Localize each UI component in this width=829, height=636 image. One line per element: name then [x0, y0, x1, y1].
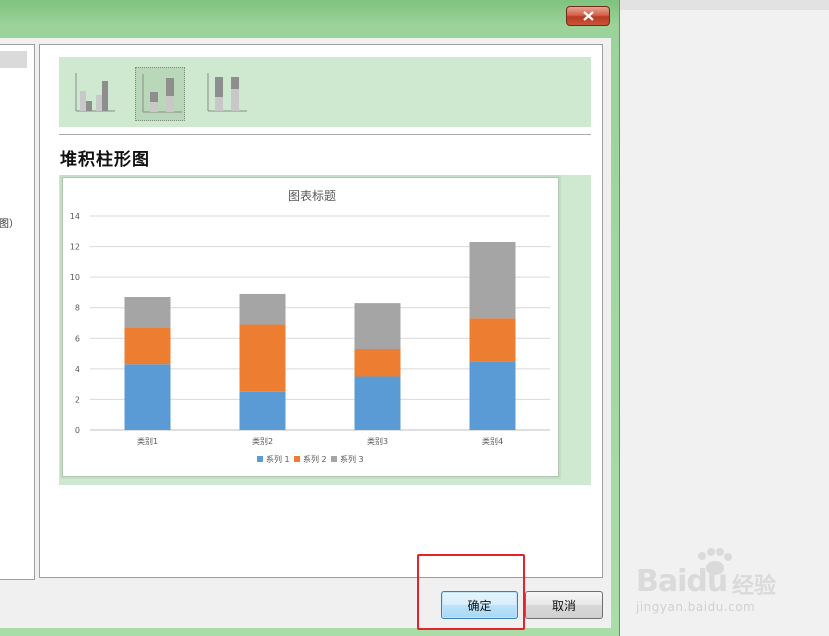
y-tick-label: 0	[75, 426, 80, 435]
stacked-column-chart: 图表标题 0 2 4 6 8 10 12 14 类别1 类别2 类别3 类别4 系列 1 系列 2 系列 3	[70, 189, 550, 464]
x-tick-label: 类别4	[482, 436, 503, 446]
bar-segment	[469, 318, 516, 362]
chart-subtype-strip	[59, 57, 591, 127]
bar-segment	[239, 293, 286, 325]
percent-stacked-column-icon	[207, 73, 247, 112]
bar-segment	[239, 391, 286, 430]
legend-swatch	[294, 456, 300, 462]
y-tick-label: 2	[75, 395, 80, 404]
chart-category-list[interactable]: 图）	[0, 44, 35, 580]
legend-swatch	[331, 456, 337, 462]
bar-segment	[354, 376, 401, 430]
legend-swatch	[257, 456, 263, 462]
watermark-logo-cn: 经验	[732, 574, 777, 599]
x-tick-label: 类别3	[367, 436, 388, 446]
selected-category-item[interactable]	[0, 51, 27, 68]
stacked-column-icon	[142, 74, 182, 113]
y-tick-label: 4	[75, 365, 80, 374]
chart-preview-pane: 堆积柱形图 图表标题 0 2 4 6 8 10 12 14 类别1 类别2 类别3 类别4 系列 1 系列 …	[39, 44, 603, 578]
pane-divider	[59, 134, 591, 135]
watermark-logo: Baidu	[636, 564, 728, 599]
desktop-background	[619, 0, 829, 636]
bar-segment	[124, 297, 171, 328]
baidu-jingyan-watermark: Baidu 经验 jingyan.baidu.com	[636, 548, 796, 618]
thumb-100-percent-stacked-column[interactable]	[201, 67, 251, 121]
x-tick-label: 类别2	[252, 436, 273, 446]
bar-segment	[354, 348, 401, 377]
bar-segment	[354, 303, 401, 349]
legend-label: 系列 3	[340, 454, 364, 464]
close-icon	[583, 11, 594, 21]
title-bar[interactable]	[0, 0, 619, 30]
thumb-stacked-column[interactable]	[135, 67, 185, 121]
bar-segment	[239, 324, 286, 392]
y-tick-label: 6	[75, 334, 80, 343]
desktop-top-strip	[619, 0, 829, 10]
bar-segment	[469, 361, 516, 430]
bar-segment	[469, 241, 516, 319]
close-button[interactable]	[566, 6, 610, 26]
thumb-clustered-column[interactable]	[69, 67, 119, 121]
dialog-client-area: 图） 堆积柱形图 图表标题 0 2 4 6 8 10 12 14 类别1 类别2…	[0, 38, 611, 628]
insert-chart-dialog: 图） 堆积柱形图 图表标题 0 2 4 6 8 10 12 14 类别1 类别2…	[0, 0, 620, 636]
watermark-url: jingyan.baidu.com	[636, 600, 756, 614]
chart-preview-frame: 图表标题 0 2 4 6 8 10 12 14 类别1 类别2 类别3 类别4 系列 1 系列 2 系列 3	[59, 175, 591, 485]
cancel-button[interactable]: 取消	[525, 591, 603, 619]
x-tick-label: 类别1	[137, 436, 158, 446]
chart-title: 图表标题	[288, 189, 336, 203]
category-item-fragment: 图）	[0, 219, 19, 230]
clustered-column-icon	[75, 73, 115, 112]
y-tick-label: 10	[70, 273, 80, 282]
chart-type-title: 堆积柱形图	[60, 150, 150, 170]
y-tick-label: 14	[70, 212, 80, 221]
legend-label: 系列 2	[303, 454, 327, 464]
bar-segment	[124, 327, 171, 365]
y-tick-label: 12	[70, 243, 80, 252]
bar-segment	[124, 364, 171, 430]
highlight-annotation-box	[417, 554, 525, 630]
chart-preview: 图表标题 0 2 4 6 8 10 12 14 类别1 类别2 类别3 类别4 系列 1 系列 2 系列 3	[62, 177, 559, 477]
y-tick-label: 8	[75, 304, 80, 313]
legend-label: 系列 1	[266, 454, 290, 464]
